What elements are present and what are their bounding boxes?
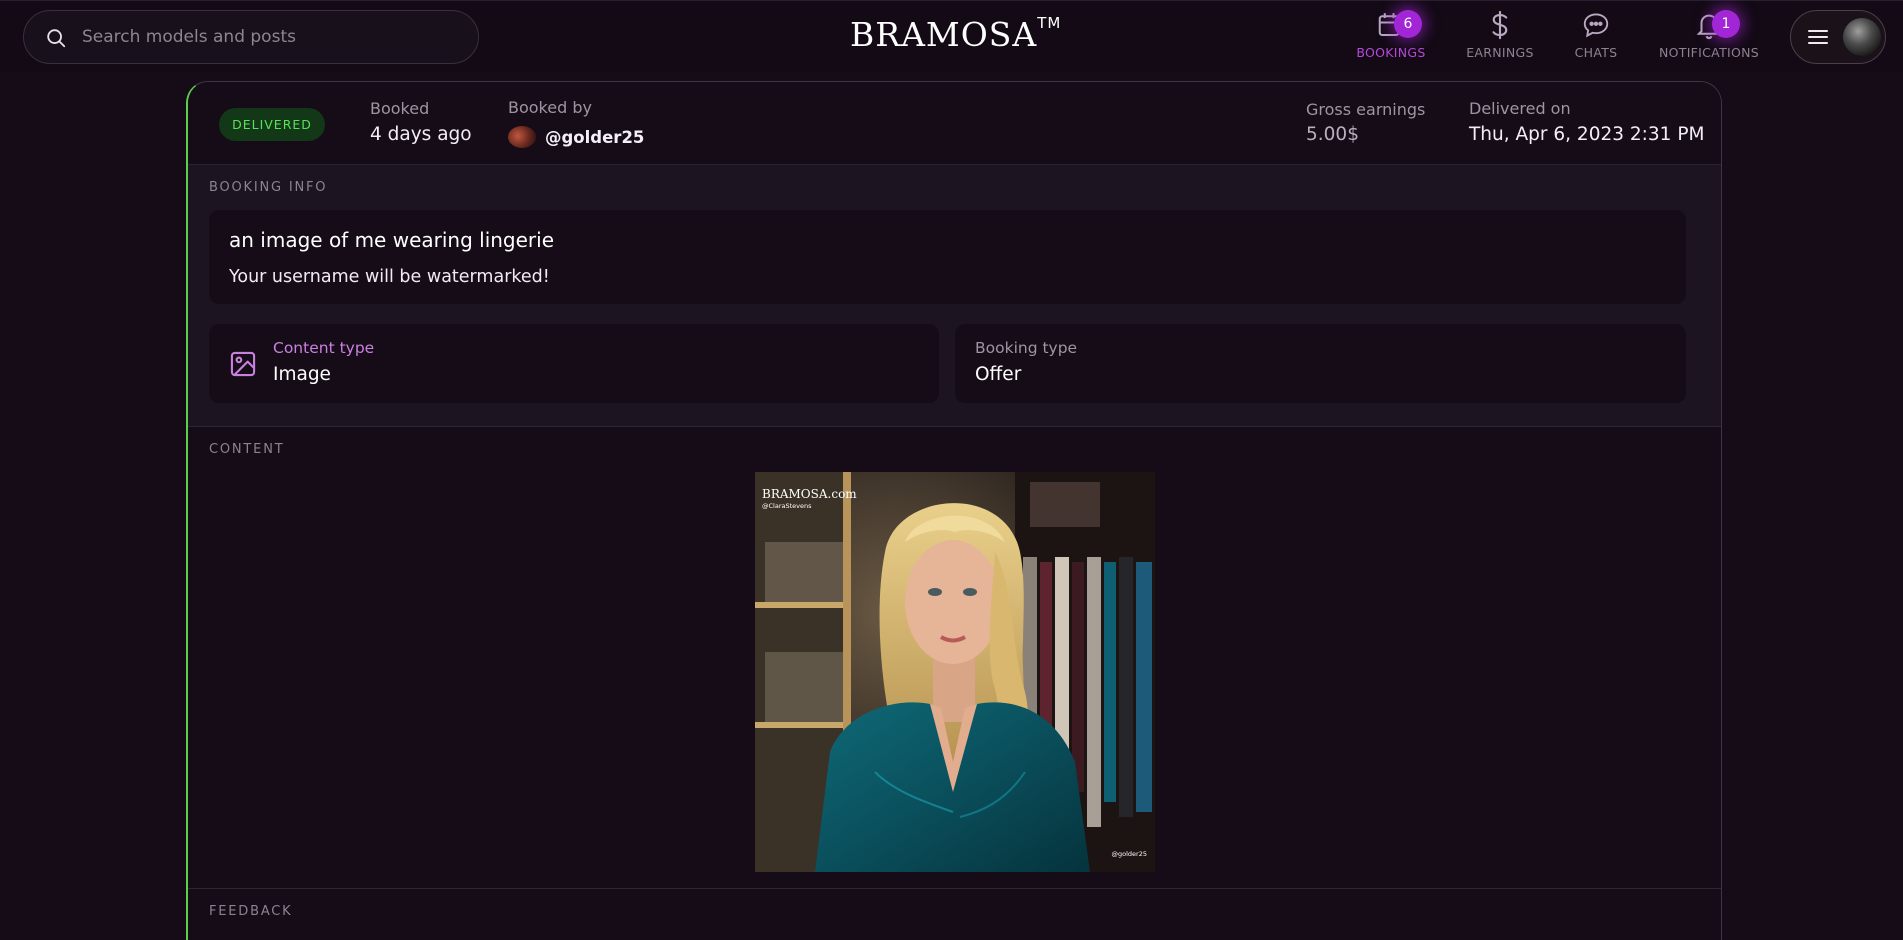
status-badge: DELIVERED: [219, 108, 325, 141]
nav-notifications[interactable]: 1 NOTIFICATIONS: [1656, 10, 1762, 66]
gross-earnings-value: 5.00$: [1306, 124, 1359, 145]
hamburger-menu-icon: [1808, 30, 1828, 44]
booked-by-label: Booked by: [508, 98, 592, 117]
booking-type-value: Offer: [975, 364, 1022, 385]
brand-name: BRAMOSA: [850, 15, 1038, 54]
content-type-value: Image: [273, 364, 331, 385]
gross-earnings-label: Gross earnings: [1306, 100, 1426, 119]
content-title: CONTENT: [209, 442, 285, 457]
delivered-photo-image: BRAMOSA.com @ClaraStevens @golder25: [755, 472, 1155, 872]
search-icon: [47, 29, 66, 48]
nav-chats-label: CHATS: [1574, 45, 1618, 60]
brand-logo[interactable]: BRAMOSATM: [850, 14, 1062, 59]
booker-avatar: [508, 126, 536, 148]
account-menu-button[interactable]: [1790, 10, 1886, 64]
trademark-mark: TM: [1037, 14, 1062, 32]
nav-earnings[interactable]: EARNINGS: [1464, 10, 1536, 66]
nav-earnings-label: EARNINGS: [1466, 45, 1534, 60]
booking-card: DELIVERED Booked 4 days ago Booked by @g…: [186, 81, 1722, 940]
content-type-box: Content type Image: [209, 324, 939, 403]
user-avatar: [1843, 18, 1881, 56]
feedback-title: FEEDBACK: [209, 904, 293, 919]
image-icon: [230, 351, 256, 377]
watermark-notice: Your username will be watermarked!: [229, 267, 550, 287]
booking-type-box: Booking type Offer: [955, 324, 1686, 403]
delivered-on-value: Thu, Apr 6, 2023 2:31 PM: [1469, 124, 1705, 145]
search-bar[interactable]: [23, 10, 479, 64]
watermark-brand: BRAMOSA.com: [762, 487, 857, 501]
delivered-photo[interactable]: BRAMOSA.com @ClaraStevens @golder25: [755, 472, 1155, 872]
notifications-count-badge: 1: [1712, 10, 1740, 38]
content-section: CONTENT BRAMOSA.com @ClaraStevens @golde…: [188, 427, 1721, 889]
booking-request-title: an image of me wearing lingerie: [229, 228, 555, 252]
booking-type-label: Booking type: [975, 339, 1078, 357]
booking-description: an image of me wearing lingerie Your use…: [209, 210, 1686, 304]
delivered-on-label: Delivered on: [1469, 99, 1571, 118]
nav-bookings[interactable]: 6 BOOKINGS: [1354, 10, 1428, 66]
booking-info-section: BOOKING INFO an image of me wearing ling…: [188, 165, 1721, 427]
booked-value: 4 days ago: [370, 124, 472, 145]
search-input[interactable]: [82, 23, 462, 51]
chat-bubble-icon: [1583, 13, 1609, 38]
nav-bookings-label: BOOKINGS: [1356, 45, 1426, 60]
booker-username: @golder25: [545, 127, 645, 147]
watermark-user: @golder25: [1112, 850, 1147, 858]
nav-notifications-label: NOTIFICATIONS: [1658, 45, 1760, 60]
watermark-model: @ClaraStevens: [762, 502, 812, 510]
top-bar: BRAMOSATM 6 BOOKINGS EARNINGS: [0, 0, 1903, 72]
content-type-label: Content type: [273, 339, 375, 357]
booked-label: Booked: [370, 99, 430, 118]
booking-summary: DELIVERED Booked 4 days ago Booked by @g…: [188, 82, 1721, 165]
dollar-icon: [1492, 10, 1508, 40]
booker-profile-link[interactable]: @golder25: [508, 124, 644, 150]
bookings-count-badge: 6: [1394, 10, 1422, 38]
nav-chats[interactable]: CHATS: [1570, 10, 1622, 66]
feedback-section: FEEDBACK: [188, 889, 1721, 940]
booking-info-title: BOOKING INFO: [209, 180, 328, 195]
